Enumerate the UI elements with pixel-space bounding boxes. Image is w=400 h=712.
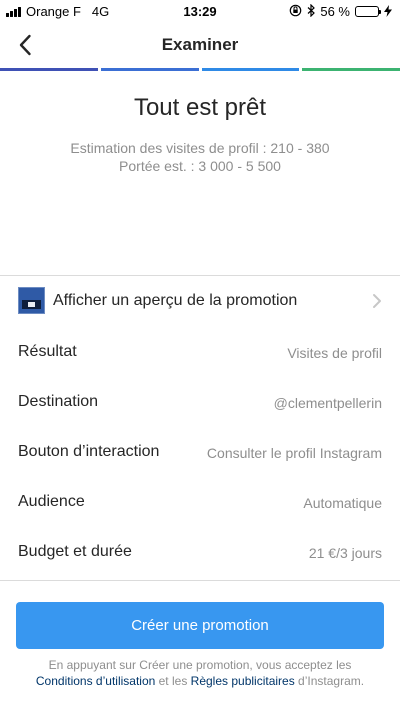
detail-value: 21 €/3 jours [308,545,382,561]
profile-visits-estimate: Estimation des visites de profil : 210 -… [70,140,330,156]
preview-promotion-label: Afficher un aperçu de la promotion [53,292,298,309]
detail-value: Consulter le profil Instagram [206,445,382,461]
detail-label: Audience [18,493,85,510]
terms-middle: et les [155,673,191,688]
detail-row-budget: Budget et durée 21 €/3 jours [0,528,400,578]
step-progress-bar [0,68,400,71]
page-title: Examiner [161,35,239,54]
terms-of-use-link[interactable]: Conditions d’utilisation [36,674,155,688]
reach-estimate: Portée est. : 3 000 - 5 500 [119,158,281,174]
detail-label: Résultat [18,343,77,360]
detail-label: Destination [18,393,99,410]
status-right: 56 % [289,3,392,19]
progress-step [201,68,300,71]
detail-row-audience: Audience Automatique [0,478,400,528]
orientation-lock-icon [289,4,302,19]
detail-row-destination: Destination @clementpellerin [0,378,400,428]
navigation-bar: Examiner [0,22,400,68]
progress-step [100,68,199,71]
status-bar: Orange F 4G 13:29 56 % [0,0,400,22]
advertising-policies-link[interactable]: Règles publicitaires [191,674,295,688]
detail-value: @clementpellerin [273,395,382,411]
promotion-thumbnail-icon [18,287,45,314]
summary-headline: Tout est prêt [133,94,267,121]
battery-percent: 56 % [320,4,350,19]
detail-value: Automatique [303,495,382,511]
bluetooth-icon [307,3,316,19]
preview-promotion-row[interactable]: Afficher un aperçu de la promotion [0,276,400,326]
detail-row-result: Résultat Visites de profil [0,328,400,378]
charging-bolt-icon [384,4,392,19]
detail-value: Visites de profil [287,345,382,361]
detail-label: Bouton d’interaction [18,443,160,460]
detail-row-interaction-button: Bouton d’interaction Consulter le profil… [0,428,400,478]
create-promotion-button[interactable]: Créer une promotion [16,602,384,649]
progress-step [302,68,400,71]
divider [0,580,400,581]
detail-label: Budget et durée [18,543,132,560]
progress-step [0,68,98,71]
terms-notice: En appuyant sur Créer une promotion, vou… [20,658,380,689]
terms-prefix: En appuyant sur Créer une promotion, vou… [48,658,352,672]
terms-suffix: d’Instagram. [294,673,365,688]
chevron-right-icon [373,294,381,308]
battery-icon [355,6,381,17]
